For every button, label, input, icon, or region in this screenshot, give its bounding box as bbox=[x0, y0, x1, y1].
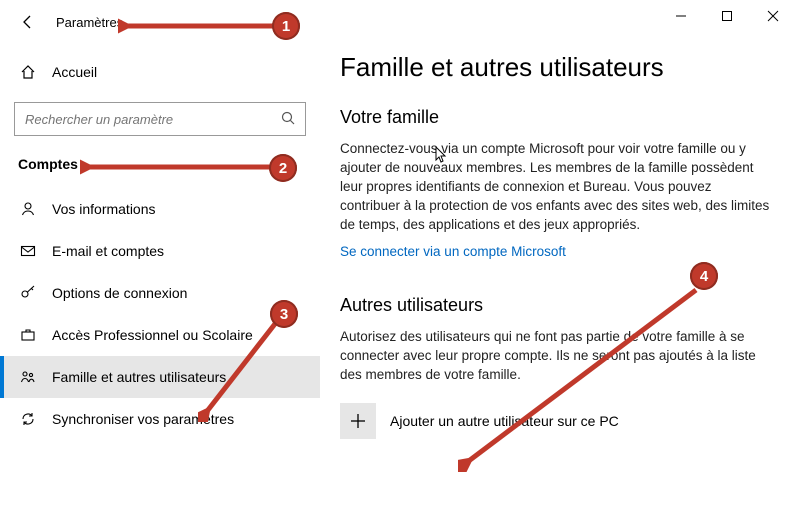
family-heading: Votre famille bbox=[340, 107, 772, 128]
annotation-callout-4: 4 bbox=[690, 262, 718, 290]
home-icon bbox=[18, 64, 38, 80]
sidebar: Paramètres Accueil Comptes Vos informati… bbox=[0, 0, 320, 522]
window-controls bbox=[658, 0, 796, 32]
briefcase-icon bbox=[18, 327, 38, 343]
sidebar-item-your-info[interactable]: Vos informations bbox=[0, 188, 320, 230]
sidebar-item-email[interactable]: E-mail et comptes bbox=[0, 230, 320, 272]
back-button[interactable] bbox=[18, 12, 38, 32]
nav-label: E-mail et comptes bbox=[52, 243, 164, 259]
mail-icon bbox=[18, 243, 38, 259]
person-icon bbox=[18, 201, 38, 217]
annotation-callout-2: 2 bbox=[269, 154, 297, 182]
arrow-left-icon bbox=[20, 14, 36, 30]
sync-icon bbox=[18, 411, 38, 427]
family-text: Connectez-vous via un compte Microsoft p… bbox=[340, 140, 772, 234]
page-title: Famille et autres utilisateurs bbox=[340, 52, 772, 83]
search-wrap bbox=[14, 102, 306, 136]
annotation-arrow-1 bbox=[118, 14, 278, 38]
key-icon bbox=[18, 285, 38, 301]
people-icon bbox=[18, 369, 38, 385]
breadcrumb: Paramètres bbox=[56, 15, 123, 30]
annotation-arrow-2 bbox=[80, 155, 275, 179]
minimize-button[interactable] bbox=[658, 0, 704, 32]
annotation-arrow-3 bbox=[198, 312, 288, 422]
signin-link[interactable]: Se connecter via un compte Microsoft bbox=[340, 244, 566, 259]
home-label: Accueil bbox=[52, 64, 97, 80]
cursor-icon bbox=[432, 146, 448, 166]
close-button[interactable] bbox=[750, 0, 796, 32]
plus-icon bbox=[340, 403, 376, 439]
annotation-arrow-4 bbox=[458, 282, 708, 472]
nav-label: Options de connexion bbox=[52, 285, 187, 301]
search-input[interactable] bbox=[14, 102, 306, 136]
annotation-callout-3: 3 bbox=[270, 300, 298, 328]
maximize-button[interactable] bbox=[704, 0, 750, 32]
nav-label: Vos informations bbox=[52, 201, 156, 217]
search-icon bbox=[280, 110, 296, 131]
sidebar-item-home[interactable]: Accueil bbox=[0, 52, 320, 92]
annotation-callout-1: 1 bbox=[272, 12, 300, 40]
